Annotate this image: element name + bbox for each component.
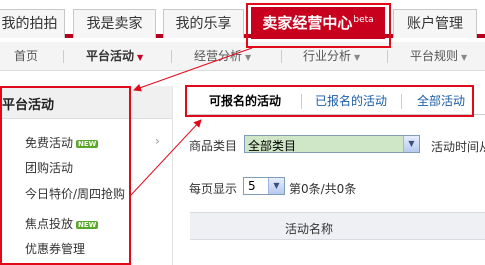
caret-down-icon: ▼: [461, 53, 468, 62]
seller-center-label: 卖家经营中心: [262, 14, 353, 32]
subnav-home[interactable]: 首页: [14, 42, 38, 70]
record-count: 第0条/共0条: [289, 182, 357, 196]
beta-label: beta: [353, 15, 374, 25]
subnav-platform-rules[interactable]: 平台规则 ▼: [410, 42, 467, 70]
tab-my-paipai[interactable]: 我的拍拍: [0, 9, 65, 38]
category-select[interactable]: 全部类目 ▼: [244, 135, 420, 153]
per-page-label: 每页显示: [189, 182, 238, 196]
tab-divider: [401, 94, 402, 109]
new-badge: NEW: [76, 140, 99, 148]
sidebar-item-coupon-management[interactable]: 优惠券管理: [25, 240, 85, 257]
sidebar-item-daily-special[interactable]: 今日特价/周四抢购: [25, 185, 125, 202]
per-page-select[interactable]: 5 ▼: [243, 177, 285, 195]
sub-nav-bar: 首页 平台活动 ▼ 经营分析 ▼ 行业分析 ▼ 平台规则 ▼: [0, 42, 485, 71]
sidebar-item-label: 免费活动: [25, 136, 74, 150]
table-header: 活动名称: [190, 212, 485, 240]
subnav-business-analysis[interactable]: 经营分析 ▼: [194, 42, 251, 70]
per-page-value: 5: [248, 179, 256, 193]
sidebar-title: 平台活动: [2, 98, 55, 113]
subnav-divider: [63, 50, 64, 63]
subnav-divider: [281, 50, 282, 63]
dropdown-arrow-icon[interactable]: ▼: [268, 178, 284, 194]
caret-down-icon: ▼: [245, 53, 252, 62]
subnav-platform-rules-label: 平台规则: [410, 49, 459, 63]
sidebar-item-label: 今日特价/周四抢购: [25, 187, 126, 201]
tab-seller-center[interactable]: 卖家经营中心beta: [251, 7, 385, 39]
dropdown-arrow-icon[interactable]: ▼: [403, 136, 419, 152]
subnav-divider: [171, 50, 172, 63]
activity-time-label: 活动时间从: [431, 140, 485, 154]
subnav-business-analysis-label: 经营分析: [194, 49, 243, 63]
subnav-platform-activities-label: 平台活动: [86, 49, 135, 63]
subnav-industry-analysis[interactable]: 行业分析 ▼: [303, 42, 360, 70]
content-tab-bar: 可报名的活动 已报名的活动 全部活动: [189, 89, 485, 115]
sidebar-item-label: 优惠券管理: [25, 242, 86, 256]
sidebar-item-free-activity[interactable]: 免费活动 NEW: [25, 134, 99, 151]
tab-all-activities[interactable]: 全部活动: [405, 89, 477, 114]
sidebar-item-group-buy[interactable]: 团购活动: [25, 159, 73, 176]
top-tab-bar: 我的拍拍 我是卖家 我的乐享 卖家经营中心beta 账户管理: [0, 0, 485, 39]
caret-down-icon: ▼: [354, 53, 361, 62]
new-badge: NEW: [76, 221, 99, 229]
sidebar-item-label: 焦点投放: [25, 217, 74, 231]
subnav-divider: [387, 50, 388, 63]
tab-my-lexiang[interactable]: 我的乐享: [163, 9, 244, 38]
subnav-home-label: 首页: [14, 49, 39, 63]
sidebar-header: 平台活动: [0, 86, 172, 119]
chevron-right-icon: ›: [155, 134, 160, 148]
category-label: 商品类目: [189, 139, 238, 153]
caret-down-icon: ▼: [137, 53, 144, 62]
subnav-industry-analysis-label: 行业分析: [303, 49, 352, 63]
column-activity-name: 活动名称: [285, 222, 334, 236]
tab-divider: [301, 94, 302, 109]
tab-available-activities[interactable]: 可报名的活动: [193, 89, 297, 114]
tab-account-management[interactable]: 账户管理: [393, 9, 477, 38]
sidebar-item-label: 团购活动: [25, 161, 74, 175]
tab-i-am-seller[interactable]: 我是卖家: [73, 9, 156, 38]
subnav-platform-activities[interactable]: 平台活动 ▼: [86, 42, 143, 70]
tab-registered-activities[interactable]: 已报名的活动: [305, 89, 397, 114]
category-select-value: 全部类目: [248, 139, 297, 153]
sidebar-item-focus-placement[interactable]: 焦点投放 NEW: [25, 215, 99, 232]
